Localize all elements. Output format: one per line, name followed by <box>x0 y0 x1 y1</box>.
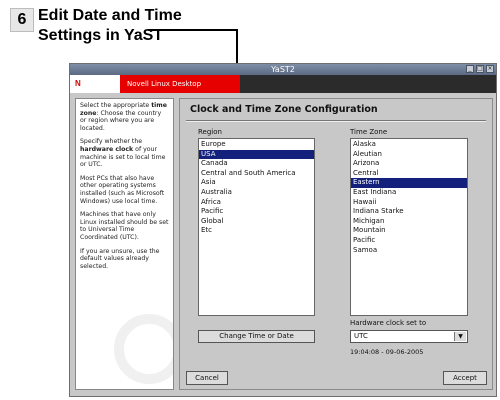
timezone-list-item[interactable]: Aleutian <box>351 150 467 160</box>
region-list-item[interactable]: Etc <box>199 226 314 236</box>
watermark-logo <box>114 314 173 384</box>
hardware-clock-label: Hardware clock set to <box>350 319 427 327</box>
maximize-icon[interactable]: □ <box>476 65 484 73</box>
novell-logo: N <box>70 75 120 93</box>
window-title: YaST2 <box>271 65 295 74</box>
hardware-clock-select[interactable]: UTC ▼ <box>350 330 468 343</box>
config-pane: Clock and Time Zone Configuration Region… <box>179 98 493 390</box>
change-time-date-button[interactable]: Change Time or Date <box>198 330 315 343</box>
timezone-list-item[interactable]: Samoa <box>351 246 467 256</box>
window-controls: _ □ × <box>466 65 494 73</box>
timezone-list[interactable]: Alaska Aleutian Arizona Central Eastern East … <box>350 138 468 316</box>
chevron-down-icon: ▼ <box>454 332 466 341</box>
step-title: Edit Date and Time Settings in YaST <box>38 6 182 46</box>
page-title: Clock and Time Zone Configuration <box>190 104 378 115</box>
timezone-list-item[interactable]: Pacific <box>351 236 467 246</box>
callout-line-horizontal <box>148 29 238 31</box>
cancel-button[interactable]: Cancel <box>186 371 228 385</box>
help-paragraph: Specify whether the hardware clock of yo… <box>80 138 166 169</box>
timezone-list-item[interactable]: Alaska <box>351 140 467 150</box>
step-number-badge: 6 <box>10 8 34 32</box>
close-icon[interactable]: × <box>486 65 494 73</box>
callout-line-vertical <box>236 29 238 65</box>
yast-banner: N Novell Linux Desktop <box>70 75 496 93</box>
timezone-list-item[interactable]: Indiana Starke <box>351 207 467 217</box>
region-list-item[interactable]: Asia <box>199 178 314 188</box>
timezone-list-item[interactable]: Arizona <box>351 159 467 169</box>
region-list-item[interactable]: USA <box>199 149 314 160</box>
window-titlebar[interactable]: YaST2 _ □ × <box>70 64 496 75</box>
timezone-list-item[interactable]: Mountain <box>351 226 467 236</box>
region-list-item[interactable]: Global <box>199 217 314 227</box>
current-datetime: 19:04:08 - 09-06-2005 <box>350 348 424 356</box>
region-list-item[interactable]: Central and South America <box>199 169 314 179</box>
help-paragraph: Machines that have only Linux installed … <box>80 211 169 241</box>
timezone-list-item[interactable]: Michigan <box>351 217 467 227</box>
timezone-list-item[interactable]: Eastern <box>351 178 467 188</box>
yast-window: YaST2 _ □ × N Novell Linux Desktop Selec… <box>69 63 497 397</box>
region-list-item[interactable]: Africa <box>199 198 314 208</box>
region-list[interactable]: Europe USA Canada Central and South America… <box>198 138 315 316</box>
region-list-item[interactable]: Canada <box>199 159 314 169</box>
timezone-list-item[interactable]: Hawaii <box>351 198 467 208</box>
region-list-item[interactable]: Australia <box>199 188 314 198</box>
help-pane: Select the appropriate time zone: Choose… <box>75 98 174 390</box>
region-label: Region <box>198 128 222 136</box>
timezone-list-item[interactable]: Central <box>351 169 467 179</box>
minimize-icon[interactable]: _ <box>466 65 474 73</box>
help-paragraph: Select the appropriate time zone: Choose… <box>80 102 167 132</box>
step-title-line1: Edit Date and Time <box>38 7 182 24</box>
help-paragraph: Most PCs that also have other operating … <box>80 174 165 205</box>
timezone-list-item[interactable]: East Indiana <box>351 188 467 198</box>
timezone-label: Time Zone <box>350 128 388 136</box>
hardware-clock-value: UTC <box>354 332 368 340</box>
help-paragraph: If you are unsure, use the default value… <box>80 247 160 270</box>
region-list-item[interactable]: Pacific <box>199 207 314 217</box>
title-divider <box>186 120 486 122</box>
banner-title: Novell Linux Desktop <box>120 75 240 93</box>
accept-button[interactable]: Accept <box>443 371 487 385</box>
region-list-item[interactable]: Europe <box>199 140 314 150</box>
